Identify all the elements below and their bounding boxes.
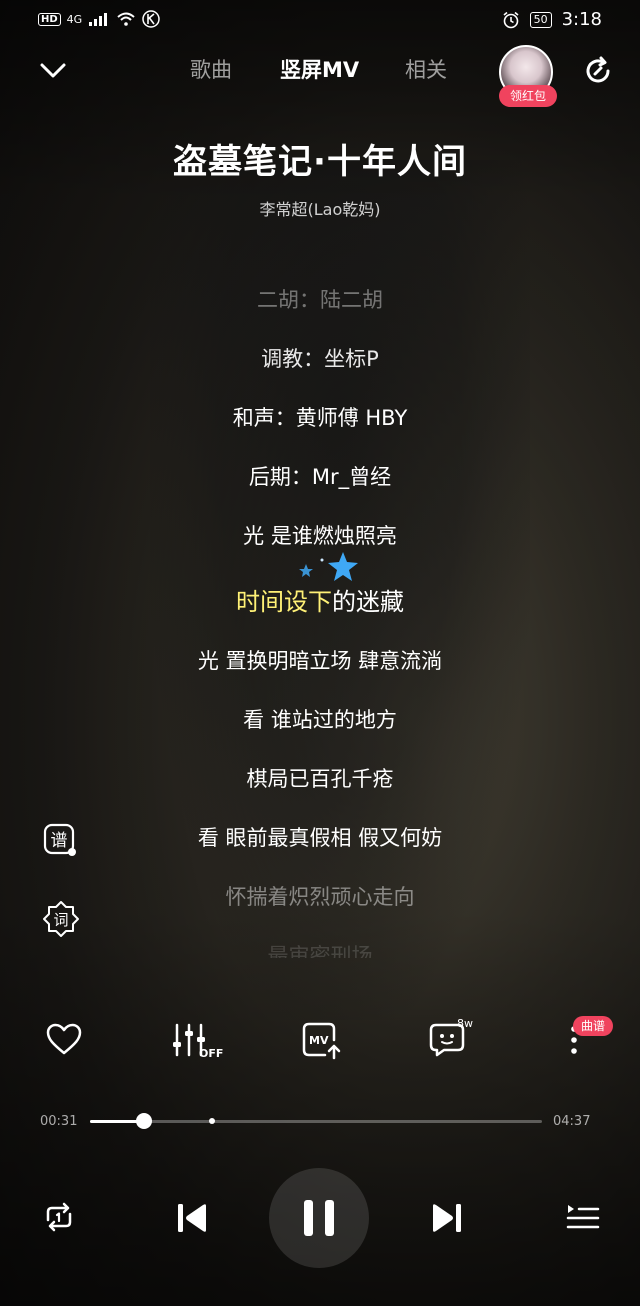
lyric-line: 光 是谁燃烛照亮 (243, 524, 397, 548)
lyric-icon-glyph: 词 (53, 911, 68, 929)
status-bar: HD 4G 50 3:18 (0, 0, 640, 40)
progress-bar[interactable] (90, 1113, 542, 1129)
refresh-icon (586, 56, 610, 83)
lyric-sung-part: 时间设下 (236, 588, 332, 616)
lyric-line: 看 谁站过的地方 (243, 708, 397, 732)
score-button[interactable]: 谱 (42, 822, 78, 858)
lyric-line: 光 置换明暗立场 肆意流淌 (197, 649, 443, 673)
lyric-line: 后期：Mr_曾经 (248, 465, 392, 489)
tab-song[interactable]: 歌曲 (190, 54, 232, 84)
song-artist[interactable]: 李常超(Lao乾妈) (0, 196, 640, 220)
playlist-button[interactable] (566, 1202, 600, 1238)
app-k-icon (142, 10, 160, 28)
repeat-one-icon (46, 1202, 72, 1232)
heart-icon (46, 1023, 82, 1055)
equalizer-icon: OFF (173, 1023, 223, 1060)
wifi-icon (117, 12, 135, 26)
score-badge: 曲谱 (573, 1016, 613, 1036)
network-indicator: 4G (66, 12, 83, 26)
lyric-unsung-part: 的迷藏 (332, 588, 404, 616)
battery-indicator: 50 (529, 11, 552, 28)
lyric-line: 调教：坐标P (261, 347, 379, 371)
lyric-line: 最审密刑场 (267, 944, 373, 958)
song-title: 盗墓笔记·十年人间 (173, 142, 467, 182)
current-time: 00:31 (40, 1114, 78, 1129)
playlist-icon (566, 1205, 600, 1229)
progress-handle[interactable] (136, 1113, 153, 1129)
skip-next-icon (433, 1204, 461, 1232)
lyric-line: 棋局已百孔千疮 (246, 767, 394, 791)
lyric-icon: 词 (43, 901, 79, 937)
lyric-mode-button[interactable]: 词 (42, 900, 79, 937)
mv-icon-label: MV (309, 1034, 329, 1047)
red-packet-badge[interactable]: 领红包 (499, 85, 557, 107)
lyric-line: 和声：黄师傅 HBY (232, 406, 408, 430)
score-icon-glyph: 谱 (51, 831, 68, 851)
previous-button[interactable] (175, 1200, 211, 1240)
alarm-icon (503, 11, 519, 28)
total-time: 04:37 (553, 1114, 591, 1129)
signal-icon (89, 13, 108, 26)
tab-vertical-mv[interactable]: 竖屏MV (280, 54, 359, 84)
repeat-mode-button[interactable] (42, 1200, 76, 1238)
sound-effect-state: OFF (199, 1047, 223, 1060)
pause-button[interactable] (269, 1168, 369, 1268)
lyric-line: 怀揣着炽烈顽心走向 (225, 885, 415, 909)
progress-marker (209, 1118, 216, 1124)
sound-effect-button[interactable]: OFF (172, 1022, 228, 1064)
lyric-line-current: 时间设下的迷藏 (0, 582, 640, 617)
tab-related[interactable]: 相关 (405, 54, 447, 84)
lyric-line: 二胡：陆二胡 (257, 288, 383, 312)
next-button[interactable] (428, 1200, 464, 1240)
star-sparkle-icon (299, 552, 358, 581)
comment-count: 8w (457, 1017, 473, 1030)
hd-indicator: HD (38, 12, 61, 26)
pause-icon (304, 1200, 334, 1236)
lyric-line: 看 眼前最真假相 假又何妨 (197, 826, 443, 850)
clock: 3:18 (561, 9, 602, 30)
score-icon: 谱 (43, 823, 76, 856)
refresh-button[interactable] (581, 54, 615, 88)
skip-previous-icon (178, 1204, 206, 1232)
mv-share-button[interactable]: MV (301, 1020, 341, 1064)
like-button[interactable] (45, 1022, 83, 1060)
mv-upload-icon: MV (302, 1022, 341, 1060)
